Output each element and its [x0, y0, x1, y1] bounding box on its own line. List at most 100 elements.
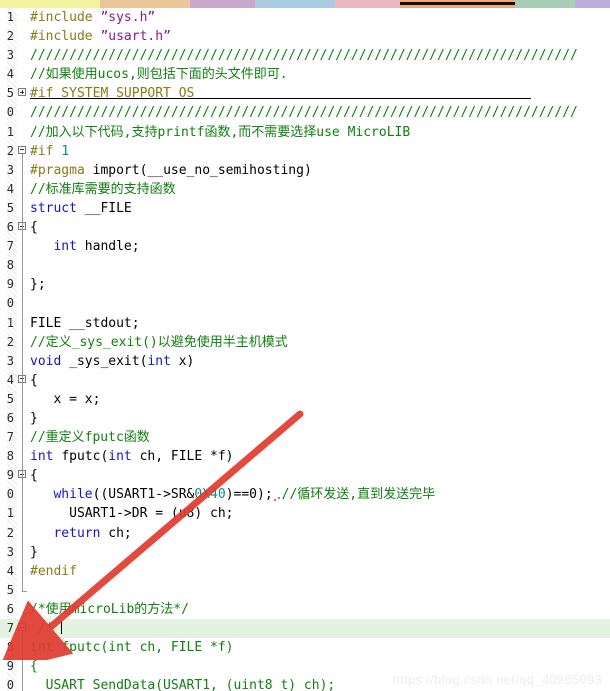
- fold-guide-line: [22, 466, 23, 486]
- line-number-text: 0: [6, 105, 14, 120]
- code-line[interactable]: 5: [0, 580, 610, 600]
- code-line-text[interactable]: ////////////////////////////////////////…: [30, 103, 578, 122]
- code-line[interactable]: 3}: [0, 542, 610, 562]
- code-line-text[interactable]: USART1->DR = (u8) ch;: [30, 504, 233, 523]
- line-number-text: 2: [6, 525, 14, 540]
- code-line-text[interactable]: x = x;: [30, 390, 100, 409]
- code-line-text[interactable]: {: [30, 466, 38, 485]
- code-line[interactable]: 8: [0, 256, 610, 276]
- code-line[interactable]: 4 //如果使用ucos,则包括下面的头文件即可.: [0, 65, 610, 84]
- code-line-text[interactable]: #include ”sys.h”: [30, 8, 155, 27]
- editor-window: 1 #include ”sys.h” 2 #include ”usart.h” 3 ///…: [0, 0, 610, 691]
- fold-guide-line: [22, 160, 23, 180]
- line-number: 6: [0, 409, 16, 428]
- line-number-text: 1: [6, 124, 14, 139]
- line-number: 3: [0, 46, 16, 65]
- code-line-text[interactable]: //重定义fputc函数: [30, 428, 150, 447]
- line-number: 2: [0, 27, 16, 46]
- code-line-text[interactable]: //如果使用ucos,则包括下面的头文件即可.: [30, 65, 288, 84]
- code-line[interactable]: 5 x = x;: [0, 389, 610, 409]
- code-line-text[interactable]: return ch;: [30, 524, 131, 543]
- code-line[interactable]: 5 struct __FILE: [0, 198, 610, 219]
- line-number-text: 0: [6, 487, 14, 502]
- code-line[interactable]: 0: [0, 294, 610, 314]
- line-number-text: 4: [6, 67, 14, 82]
- code-line-text[interactable]: }: [30, 543, 38, 562]
- line-number: 4: [0, 65, 16, 84]
- code-line-text[interactable]: USART_SendData(USART1, (uint8_t) ch);: [30, 676, 336, 691]
- code-line-text[interactable]: int fputc(int ch, FILE *f): [30, 638, 234, 657]
- code-line-text[interactable]: FILE __stdout;: [30, 314, 140, 333]
- code-line-text[interactable]: }: [30, 409, 38, 428]
- code-line-text[interactable]: //加入以下代码,支持printf函数,而不需要选择use MicroLIB: [30, 123, 410, 142]
- code-line[interactable]: 5 #if SYSTEM SUPPORT OS: [0, 84, 610, 103]
- line-number: 0: [0, 103, 16, 122]
- code-line-text[interactable]: {: [30, 371, 38, 390]
- fold-expand-icon[interactable]: [18, 88, 27, 97]
- code-line-text[interactable]: //标准库需要的支持函数: [30, 180, 176, 199]
- line-number-text: 6: [6, 410, 14, 425]
- code-line-text[interactable]: {: [30, 218, 38, 237]
- code-line[interactable]: 3 void _sys_exit(int x): [0, 351, 610, 371]
- code-line[interactable]: 0 while((USART1->SR&0X40)==0);//循环发送,直到发…: [0, 485, 610, 505]
- code-line-text[interactable]: while((USART1->SR&0X40)==0);//循环发送,直到发送完…: [30, 485, 435, 504]
- code-line[interactable]: 3 #pragma import(__use_no_semihosting): [0, 160, 610, 180]
- line-number-text: 1: [6, 506, 14, 521]
- code-line[interactable]: 6{: [0, 218, 610, 238]
- code-line-text[interactable]: int fputc(int ch, FILE *f): [30, 447, 234, 466]
- code-line[interactable]: 6}: [0, 408, 610, 429]
- code-line-text[interactable]: //定义_sys_exit()以避免使用半主机模式: [30, 333, 288, 352]
- code-line-text[interactable]: void _sys_exit(int x): [30, 352, 194, 371]
- line-number-text: 2: [6, 334, 14, 349]
- code-line[interactable]: 0 ///////////////////////////////////////…: [0, 103, 610, 122]
- fold-guide-line: [22, 370, 23, 390]
- line-number: 2: [0, 333, 16, 352]
- code-line[interactable]: 2 #include ”usart.h”: [0, 27, 610, 46]
- code-line-text[interactable]: /*使用microLib的方法*/: [30, 600, 189, 619]
- code-editor[interactable]: 1 #include ”sys.h” 2 #include ”usart.h” 3 ///…: [0, 8, 610, 691]
- code-line[interactable]: 4 #endif: [0, 561, 610, 581]
- code-line[interactable]: 6 /*使用microLib的方法*/: [0, 600, 610, 619]
- code-line-text[interactable]: #endif: [30, 562, 77, 581]
- code-line[interactable]: 2 //定义_sys_exit()以避免使用半主机模式: [0, 332, 610, 352]
- fold-guide-line: [22, 485, 23, 505]
- code-line-text[interactable]: #pragma import(__use_no_semihosting): [30, 161, 312, 180]
- code-line[interactable]: 2 #if 1: [0, 142, 610, 162]
- tab-strip-segment-5: [400, 0, 515, 8]
- code-line-text[interactable]: #include ”usart.h”: [30, 27, 171, 46]
- line-number: 0: [0, 676, 16, 691]
- line-number-text: 3: [6, 48, 14, 63]
- code-line-text[interactable]: struct __FILE: [30, 199, 132, 218]
- code-line[interactable]: 1 USART1->DR = (u8) ch;: [0, 504, 610, 524]
- code-line-text[interactable]: int handle;: [30, 237, 139, 256]
- code-line[interactable]: 8 int fputc(int ch, FILE *f): [0, 447, 610, 467]
- code-line[interactable]: 1 #include ”sys.h”: [0, 8, 610, 27]
- code-line[interactable]: 9{: [0, 466, 610, 486]
- fold-guide-line: [22, 504, 23, 524]
- code-line[interactable]: 4{: [0, 370, 610, 390]
- code-lines[interactable]: 1 #include ”sys.h” 2 #include ”usart.h” 3 ///…: [0, 8, 610, 691]
- code-line-text[interactable]: };: [30, 275, 46, 294]
- code-line-text[interactable]: #if 1: [30, 142, 69, 161]
- code-line[interactable]: 8 int fputc(int ch, FILE *f): [0, 638, 610, 658]
- code-line[interactable]: 3 ///////////////////////////////////////…: [0, 46, 610, 65]
- code-line[interactable]: 7 /*: [0, 619, 610, 639]
- code-line[interactable]: 1 FILE __stdout;: [0, 313, 610, 333]
- code-line[interactable]: 7 //重定义fputc函数: [0, 428, 610, 448]
- code-line-text[interactable]: /*: [30, 619, 63, 638]
- text-cursor: [61, 621, 63, 634]
- code-line-text[interactable]: #if SYSTEM SUPPORT OS: [30, 84, 531, 103]
- line-number-text: 3: [6, 544, 14, 559]
- code-line[interactable]: 9};: [0, 275, 610, 295]
- code-line[interactable]: 1 //加入以下代码,支持printf函数,而不需要选择use MicroLIB: [0, 123, 610, 142]
- fold-guide-line: [22, 294, 23, 314]
- code-line-text[interactable]: {: [30, 657, 38, 676]
- fold-guide-line: [22, 351, 23, 371]
- line-number-text: 5: [6, 200, 14, 215]
- code-line[interactable]: 2 return ch;: [0, 523, 610, 543]
- line-number: 1: [0, 123, 16, 142]
- fold-guide-line: [22, 256, 23, 276]
- code-line[interactable]: 4 //标准库需要的支持函数: [0, 179, 610, 199]
- code-line-text[interactable]: ////////////////////////////////////////…: [30, 46, 578, 65]
- code-line[interactable]: 7 int handle;: [0, 237, 610, 257]
